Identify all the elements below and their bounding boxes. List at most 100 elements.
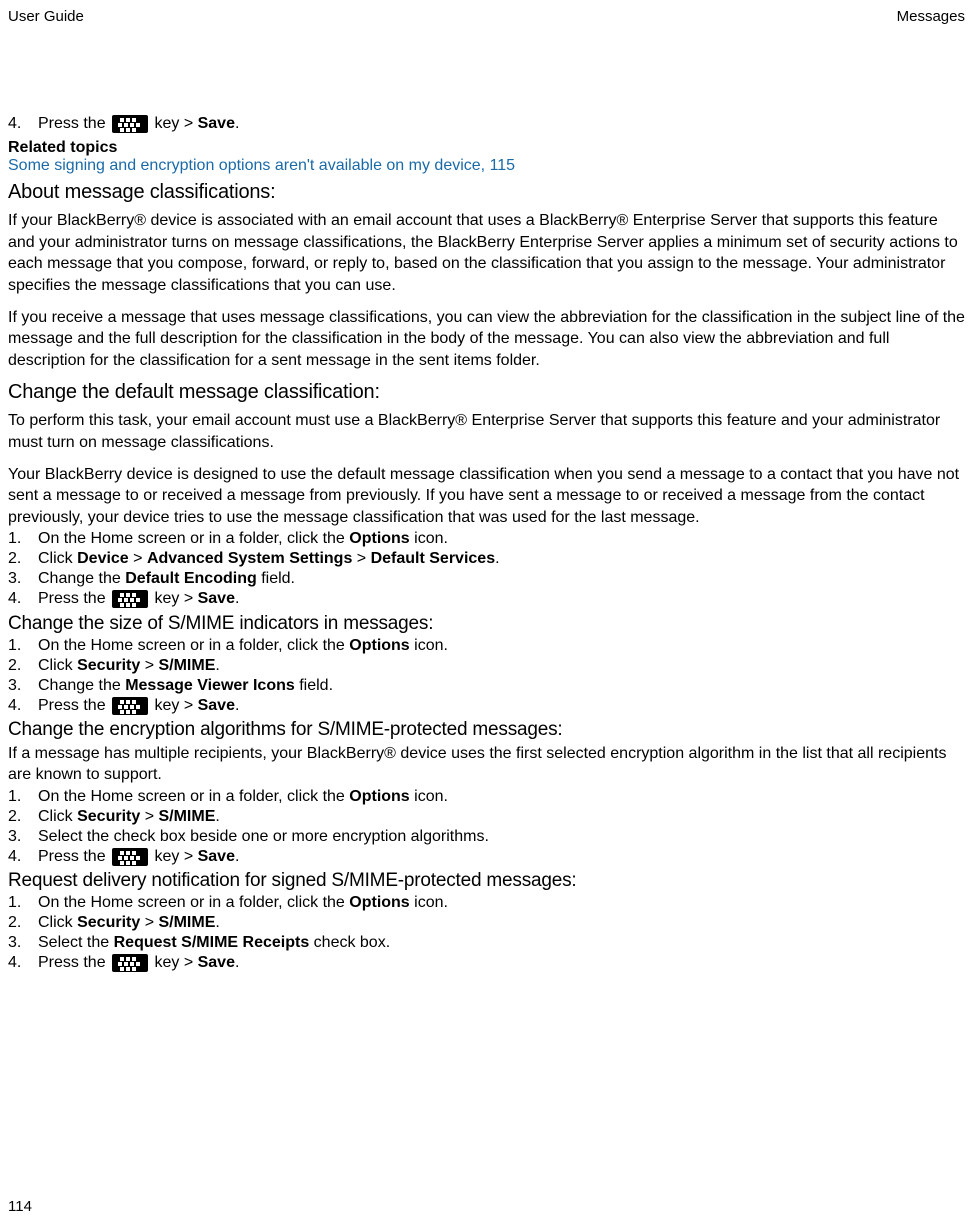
options-label: Options — [349, 530, 409, 547]
step-text: Click Device > Advanced System Settings … — [38, 550, 965, 568]
text: key > — [150, 115, 198, 132]
text: . — [235, 954, 239, 971]
options-label: Options — [349, 788, 409, 805]
list-item: 3. Select the Request S/MIME Receipts ch… — [8, 934, 965, 952]
paragraph: To perform this task, your email account… — [8, 410, 965, 453]
step-number: 4. — [8, 115, 38, 133]
text: Press the — [38, 848, 110, 865]
blackberry-menu-key-icon — [112, 954, 148, 972]
message-viewer-icons-label: Message Viewer Icons — [125, 677, 295, 694]
text: . — [215, 657, 219, 674]
text: Click — [38, 914, 77, 931]
default-services-label: Default Services — [371, 550, 496, 567]
text: . — [495, 550, 499, 567]
text: > — [140, 657, 158, 674]
step-text: On the Home screen or in a folder, click… — [38, 788, 965, 806]
text: Press the — [38, 115, 110, 132]
step-text: Select the Request S/MIME Receipts check… — [38, 934, 965, 952]
blackberry-menu-key-icon — [112, 848, 148, 866]
step-number: 3. — [8, 570, 38, 588]
smime-label: S/MIME — [158, 914, 215, 931]
page-header: User Guide Messages — [8, 8, 965, 25]
step-number: 4. — [8, 848, 38, 866]
text: key > — [150, 591, 198, 608]
step-number: 1. — [8, 894, 38, 912]
text: icon. — [410, 894, 448, 911]
request-receipts-label: Request S/MIME Receipts — [114, 934, 310, 951]
text: . — [235, 591, 239, 608]
text: Change the — [38, 677, 125, 694]
text: field. — [295, 677, 333, 694]
paragraph: Your BlackBerry device is designed to us… — [8, 464, 965, 529]
list-item: 4. Press the key > Save. — [8, 954, 965, 972]
list-item: 1. On the Home screen or in a folder, cl… — [8, 894, 965, 912]
list-item: 4. Press the key > Save. — [8, 590, 965, 608]
text: On the Home screen or in a folder, click… — [38, 530, 349, 547]
list-item: 2. Click Security > S/MIME. — [8, 808, 965, 826]
paragraph: If a message has multiple recipients, yo… — [8, 743, 965, 786]
header-left: User Guide — [8, 8, 84, 25]
step-text: Press the key > Save. — [38, 590, 965, 608]
text: . — [235, 848, 239, 865]
step-number: 3. — [8, 677, 38, 695]
step-number: 4. — [8, 697, 38, 715]
text: Click — [38, 550, 77, 567]
smime-label: S/MIME — [158, 808, 215, 825]
step-text: On the Home screen or in a folder, click… — [38, 894, 965, 912]
section-heading: Change the default message classificatio… — [8, 381, 965, 404]
blackberry-menu-key-icon — [112, 590, 148, 608]
text: On the Home screen or in a folder, click… — [38, 894, 349, 911]
smime-label: S/MIME — [158, 657, 215, 674]
save-label: Save — [198, 697, 235, 714]
text: key > — [150, 848, 198, 865]
text: On the Home screen or in a folder, click… — [38, 788, 349, 805]
step-number: 4. — [8, 590, 38, 608]
step-number: 3. — [8, 828, 38, 846]
paragraph: If your BlackBerry® device is associated… — [8, 210, 965, 296]
list-item: 1. On the Home screen or in a folder, cl… — [8, 788, 965, 806]
text: icon. — [410, 788, 448, 805]
step-text: Press the key > Save. — [38, 848, 965, 866]
save-label: Save — [198, 591, 235, 608]
header-right: Messages — [897, 8, 965, 25]
text: Change the — [38, 570, 125, 587]
text: Select the — [38, 934, 114, 951]
text: > — [129, 550, 147, 567]
list-item: 4. Press the key > Save. — [8, 848, 965, 866]
blackberry-menu-key-icon — [112, 697, 148, 715]
step-text: Press the key > Save. — [38, 697, 965, 715]
list-item: 1. On the Home screen or in a folder, cl… — [8, 530, 965, 548]
related-topics-heading: Related topics — [8, 139, 965, 157]
default-encoding-label: Default Encoding — [125, 570, 257, 587]
text: key > — [150, 954, 198, 971]
step-number: 2. — [8, 808, 38, 826]
related-topic-link[interactable]: Some signing and encryption options aren… — [8, 157, 965, 175]
text: icon. — [410, 530, 448, 547]
text: . — [235, 115, 239, 132]
text: On the Home screen or in a folder, click… — [38, 637, 349, 654]
step-number: 3. — [8, 934, 38, 952]
list-item: 3. Change the Default Encoding field. — [8, 570, 965, 588]
list-item: 3. Select the check box beside one or mo… — [8, 828, 965, 846]
security-label: Security — [77, 914, 140, 931]
text: Click — [38, 808, 77, 825]
section-heading: About message classifications: — [8, 181, 965, 204]
section-heading: Change the encryption algorithms for S/M… — [8, 719, 965, 741]
step-text: Click Security > S/MIME. — [38, 657, 965, 675]
text: Click — [38, 657, 77, 674]
text: . — [215, 914, 219, 931]
text: Press the — [38, 591, 110, 608]
security-label: Security — [77, 657, 140, 674]
paragraph: If you receive a message that uses messa… — [8, 307, 965, 372]
text: . — [215, 808, 219, 825]
text: Press the — [38, 697, 110, 714]
step-text: Press the key > Save. — [38, 115, 965, 133]
text: key > — [150, 697, 198, 714]
save-label: Save — [198, 115, 235, 132]
step-text: Change the Message Viewer Icons field. — [38, 677, 965, 695]
step-text: Select the check box beside one or more … — [38, 828, 965, 846]
section-heading: Request delivery notification for signed… — [8, 870, 965, 892]
text: field. — [257, 570, 295, 587]
step-text: Click Security > S/MIME. — [38, 808, 965, 826]
list-item: 4. Press the key > Save. — [8, 115, 965, 133]
